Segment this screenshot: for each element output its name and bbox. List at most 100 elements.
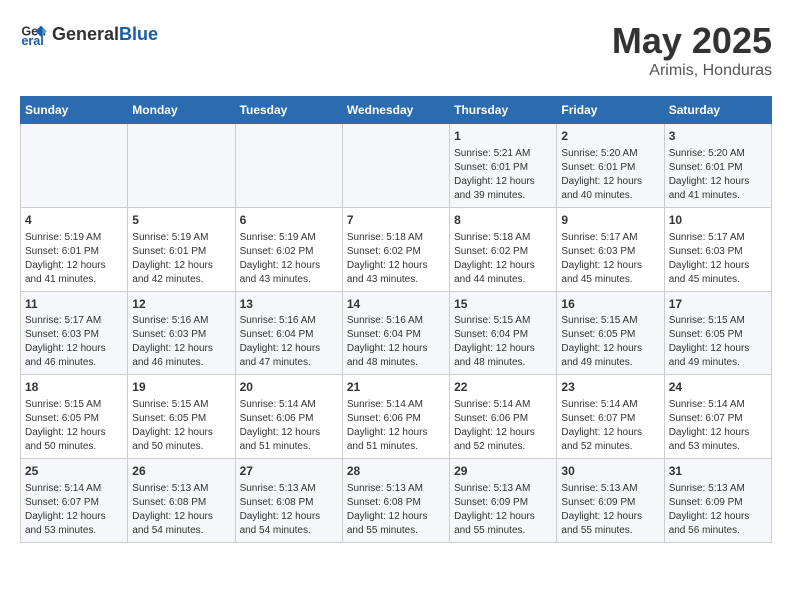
logo-icon: Gen eral bbox=[20, 20, 48, 48]
day-info: Sunrise: 5:16 AM Sunset: 6:04 PM Dayligh… bbox=[240, 314, 338, 370]
day-number: 25 bbox=[25, 463, 123, 480]
calendar-cell: 6 Sunrise: 5:19 AM Sunset: 6:02 PM Daylig… bbox=[235, 207, 342, 291]
weekday-header-thursday: Thursday bbox=[450, 97, 557, 124]
calendar-cell: 1Sunrise: 5:21 AM Sunset: 6:01 PM Daylig… bbox=[450, 124, 557, 208]
calendar-cell: 12Sunrise: 5:16 AM Sunset: 6:03 PM Dayli… bbox=[128, 291, 235, 375]
day-number: 3 bbox=[669, 128, 767, 145]
calendar-cell: 17Sunrise: 5:15 AM Sunset: 6:05 PM Dayli… bbox=[664, 291, 771, 375]
calendar-cell: 29 Sunrise: 5:13 AM Sunset: 6:09 PM Dayli… bbox=[450, 459, 557, 543]
calendar-cell: 15Sunrise: 5:15 AM Sunset: 6:04 PM Dayli… bbox=[450, 291, 557, 375]
calendar-cell: 26Sunrise: 5:13 AM Sunset: 6:08 PM Dayli… bbox=[128, 459, 235, 543]
day-info: Sunrise: 5:20 AM Sunset: 6:01 PM Dayligh… bbox=[669, 147, 767, 203]
day-number: 24 bbox=[669, 379, 767, 396]
calendar-cell: 18 Sunrise: 5:15 AM Sunset: 6:05 PM Dayli… bbox=[21, 375, 128, 459]
week-row-2: 4Sunrise: 5:19 AM Sunset: 6:01 PM Daylig… bbox=[21, 207, 772, 291]
calendar-cell: 9 Sunrise: 5:17 AM Sunset: 6:03 PM Daylig… bbox=[557, 207, 664, 291]
day-number: 13 bbox=[240, 296, 338, 313]
calendar-cell: 20 Sunrise: 5:14 AM Sunset: 6:06 PM Dayli… bbox=[235, 375, 342, 459]
day-number: 30 bbox=[561, 463, 659, 480]
day-info: Sunrise: 5:17 AM Sunset: 6:03 PM Dayligh… bbox=[25, 314, 123, 370]
day-info: Sunrise: 5:17 AM Sunset: 6:03 PM Dayligh… bbox=[669, 231, 767, 287]
day-info: Sunrise: 5:13 AM Sunset: 6:09 PM Dayligh… bbox=[669, 482, 767, 538]
day-number: 31 bbox=[669, 463, 767, 480]
day-info: Sunrise: 5:15 AM Sunset: 6:05 PM Dayligh… bbox=[25, 398, 123, 454]
day-info: Sunrise: 5:13 AM Sunset: 6:09 PM Dayligh… bbox=[561, 482, 659, 538]
page-header: Gen eral GeneralBlue May 2025 Arimis, Ho… bbox=[20, 20, 772, 80]
day-number: 9 bbox=[561, 212, 659, 229]
day-number: 12 bbox=[132, 296, 230, 313]
logo-blue: Blue bbox=[119, 24, 158, 45]
week-row-1: 1Sunrise: 5:21 AM Sunset: 6:01 PM Daylig… bbox=[21, 124, 772, 208]
day-info: Sunrise: 5:19 AM Sunset: 6:02 PM Dayligh… bbox=[240, 231, 338, 287]
calendar-cell bbox=[342, 124, 449, 208]
calendar-cell: 30 Sunrise: 5:13 AM Sunset: 6:09 PM Dayli… bbox=[557, 459, 664, 543]
day-number: 7 bbox=[347, 212, 445, 229]
svg-text:eral: eral bbox=[21, 34, 43, 48]
day-info: Sunrise: 5:19 AM Sunset: 6:01 PM Dayligh… bbox=[25, 231, 123, 287]
day-info: Sunrise: 5:14 AM Sunset: 6:06 PM Dayligh… bbox=[347, 398, 445, 454]
calendar-cell: 4Sunrise: 5:19 AM Sunset: 6:01 PM Daylig… bbox=[21, 207, 128, 291]
calendar-cell: 14Sunrise: 5:16 AM Sunset: 6:04 PM Dayli… bbox=[342, 291, 449, 375]
day-number: 10 bbox=[669, 212, 767, 229]
calendar-cell: 25 Sunrise: 5:14 AM Sunset: 6:07 PM Dayli… bbox=[21, 459, 128, 543]
weekday-header-sunday: Sunday bbox=[21, 97, 128, 124]
day-number: 29 bbox=[454, 463, 552, 480]
week-row-3: 11Sunrise: 5:17 AM Sunset: 6:03 PM Dayli… bbox=[21, 291, 772, 375]
day-number: 5 bbox=[132, 212, 230, 229]
day-info: Sunrise: 5:15 AM Sunset: 6:04 PM Dayligh… bbox=[454, 314, 552, 370]
day-info: Sunrise: 5:15 AM Sunset: 6:05 PM Dayligh… bbox=[132, 398, 230, 454]
calendar-cell: 11Sunrise: 5:17 AM Sunset: 6:03 PM Dayli… bbox=[21, 291, 128, 375]
calendar-cell: 13Sunrise: 5:16 AM Sunset: 6:04 PM Dayli… bbox=[235, 291, 342, 375]
day-info: Sunrise: 5:17 AM Sunset: 6:03 PM Dayligh… bbox=[561, 231, 659, 287]
day-number: 20 bbox=[240, 379, 338, 396]
day-info: Sunrise: 5:13 AM Sunset: 6:09 PM Dayligh… bbox=[454, 482, 552, 538]
calendar-cell: 23 Sunrise: 5:14 AM Sunset: 6:07 PM Dayli… bbox=[557, 375, 664, 459]
calendar-cell: 19Sunrise: 5:15 AM Sunset: 6:05 PM Dayli… bbox=[128, 375, 235, 459]
calendar-cell: 3 Sunrise: 5:20 AM Sunset: 6:01 PM Daylig… bbox=[664, 124, 771, 208]
calendar-cell: 24 Sunrise: 5:14 AM Sunset: 6:07 PM Dayli… bbox=[664, 375, 771, 459]
day-info: Sunrise: 5:14 AM Sunset: 6:07 PM Dayligh… bbox=[669, 398, 767, 454]
calendar-cell: 22 Sunrise: 5:14 AM Sunset: 6:06 PM Dayli… bbox=[450, 375, 557, 459]
day-number: 22 bbox=[454, 379, 552, 396]
day-number: 18 bbox=[25, 379, 123, 396]
calendar-cell: 16Sunrise: 5:15 AM Sunset: 6:05 PM Dayli… bbox=[557, 291, 664, 375]
day-info: Sunrise: 5:13 AM Sunset: 6:08 PM Dayligh… bbox=[132, 482, 230, 538]
day-info: Sunrise: 5:19 AM Sunset: 6:01 PM Dayligh… bbox=[132, 231, 230, 287]
day-info: Sunrise: 5:14 AM Sunset: 6:06 PM Dayligh… bbox=[240, 398, 338, 454]
day-info: Sunrise: 5:14 AM Sunset: 6:07 PM Dayligh… bbox=[25, 482, 123, 538]
day-number: 21 bbox=[347, 379, 445, 396]
weekday-header-saturday: Saturday bbox=[664, 97, 771, 124]
day-number: 6 bbox=[240, 212, 338, 229]
weekday-header-monday: Monday bbox=[128, 97, 235, 124]
day-info: Sunrise: 5:14 AM Sunset: 6:06 PM Dayligh… bbox=[454, 398, 552, 454]
logo-general: General bbox=[52, 24, 119, 45]
calendar-cell bbox=[21, 124, 128, 208]
weekday-header-tuesday: Tuesday bbox=[235, 97, 342, 124]
day-info: Sunrise: 5:14 AM Sunset: 6:07 PM Dayligh… bbox=[561, 398, 659, 454]
logo: Gen eral GeneralBlue bbox=[20, 20, 158, 48]
day-info: Sunrise: 5:13 AM Sunset: 6:08 PM Dayligh… bbox=[347, 482, 445, 538]
weekday-header-wednesday: Wednesday bbox=[342, 97, 449, 124]
main-title: May 2025 bbox=[612, 20, 772, 62]
day-number: 16 bbox=[561, 296, 659, 313]
subtitle: Arimis, Honduras bbox=[612, 62, 772, 80]
day-info: Sunrise: 5:18 AM Sunset: 6:02 PM Dayligh… bbox=[347, 231, 445, 287]
day-info: Sunrise: 5:13 AM Sunset: 6:08 PM Dayligh… bbox=[240, 482, 338, 538]
day-number: 17 bbox=[669, 296, 767, 313]
week-row-4: 18 Sunrise: 5:15 AM Sunset: 6:05 PM Dayli… bbox=[21, 375, 772, 459]
calendar-cell: 28Sunrise: 5:13 AM Sunset: 6:08 PM Dayli… bbox=[342, 459, 449, 543]
calendar-cell bbox=[128, 124, 235, 208]
calendar-cell: 10 Sunrise: 5:17 AM Sunset: 6:03 PM Dayli… bbox=[664, 207, 771, 291]
calendar-table: SundayMondayTuesdayWednesdayThursdayFrid… bbox=[20, 96, 772, 543]
week-row-5: 25 Sunrise: 5:14 AM Sunset: 6:07 PM Dayli… bbox=[21, 459, 772, 543]
day-info: Sunrise: 5:15 AM Sunset: 6:05 PM Dayligh… bbox=[561, 314, 659, 370]
calendar-cell: 2 Sunrise: 5:20 AM Sunset: 6:01 PM Daylig… bbox=[557, 124, 664, 208]
day-info: Sunrise: 5:21 AM Sunset: 6:01 PM Dayligh… bbox=[454, 147, 552, 203]
day-number: 15 bbox=[454, 296, 552, 313]
calendar-cell: 21 Sunrise: 5:14 AM Sunset: 6:06 PM Dayli… bbox=[342, 375, 449, 459]
day-number: 23 bbox=[561, 379, 659, 396]
day-number: 2 bbox=[561, 128, 659, 145]
day-number: 8 bbox=[454, 212, 552, 229]
day-info: Sunrise: 5:20 AM Sunset: 6:01 PM Dayligh… bbox=[561, 147, 659, 203]
calendar-cell: 5 Sunrise: 5:19 AM Sunset: 6:01 PM Daylig… bbox=[128, 207, 235, 291]
